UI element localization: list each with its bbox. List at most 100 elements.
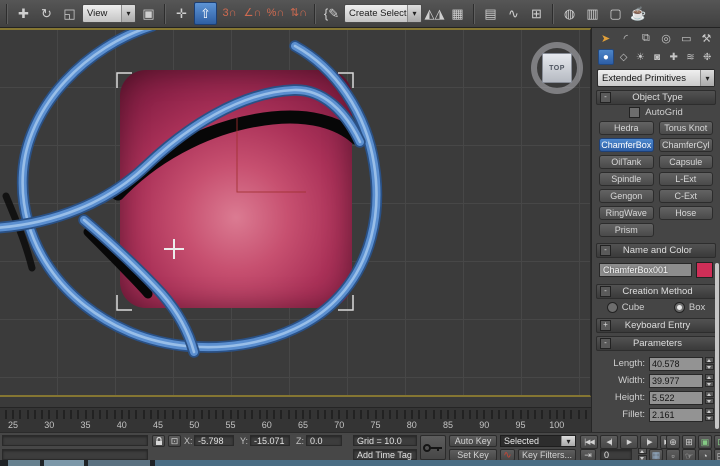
mirror-button[interactable]: ◭◮ [424,3,445,24]
select-and-manipulate-button[interactable]: ✛ [171,3,192,24]
collapse-icon[interactable]: - [600,286,611,297]
tab-modify[interactable]: ◜ [618,30,633,46]
viewport-top[interactable]: TOP [0,28,591,397]
collapse-icon[interactable]: - [600,245,611,256]
spinner-down-icon[interactable] [705,398,714,404]
layer-manager-button[interactable]: ▤ [480,3,501,24]
param-field-fillet-[interactable]: 2.161 [649,408,703,422]
go-to-start-button[interactable]: |◀◀ [580,435,598,449]
track-bar[interactable]: 253035404550556065707580859095100 [0,397,591,432]
zoom-button[interactable]: ⊕ [666,435,680,449]
radio-cube[interactable]: Cube [607,302,645,313]
rendered-frame-window-button[interactable]: ▢ [605,3,626,24]
category-geometry[interactable]: ● [598,49,614,65]
radio-box[interactable]: Box [674,302,705,313]
object-name-field[interactable]: ChamferBox001 [599,263,692,277]
add-time-tag-field[interactable]: Add Time Tag [353,449,417,460]
category-systems[interactable]: ❉ [700,50,714,64]
z-coordinate-field[interactable]: 0.0 [306,435,342,446]
zoom-all-button[interactable]: ⊞ [682,435,696,449]
tab-create[interactable]: ➤ [598,30,613,46]
schematic-view-button[interactable]: ⊞ [526,3,547,24]
named-selection-sets-dropdown[interactable]: Create Selection Set▾ [344,4,422,23]
expand-icon[interactable]: + [600,320,611,331]
object-type-hose[interactable]: Hose [659,206,714,220]
object-type-ringwave[interactable]: RingWave [599,206,654,220]
object-type-chamfercyl[interactable]: ChamferCyl [659,138,714,152]
edit-named-selection-sets-button[interactable]: {✎ [321,3,342,24]
select-and-scale-button[interactable]: ◱ [59,3,80,24]
spinner-down-icon[interactable] [705,381,714,387]
select-and-move-button[interactable]: ✚ [13,3,34,24]
rollout-parameters[interactable]: - Parameters [596,336,716,351]
maxscript-mini-listener[interactable] [2,435,148,446]
zoom-extents-button[interactable]: ▣ [698,435,712,449]
tab-motion[interactable]: ◎ [659,30,674,46]
radio-icon[interactable] [674,302,685,313]
param-field-height-[interactable]: 5.522 [649,391,703,405]
spinner-up-icon[interactable] [705,357,714,363]
object-type-hedra[interactable]: Hedra [599,121,654,135]
primitive-category-dropdown[interactable]: Extended Primitives ▾ [597,69,715,87]
collapse-icon[interactable]: - [600,338,611,349]
object-type-l-ext[interactable]: L-Ext [659,172,714,186]
use-pivot-point-center-button[interactable]: ▣ [138,3,159,24]
tab-utilities[interactable]: ⚒ [699,30,714,46]
keyboard-shortcut-override-button[interactable]: ⇧ [194,2,217,25]
category-helpers[interactable]: ✚ [667,50,681,64]
category-space-warps[interactable]: ≋ [684,50,698,64]
curve-editor-button[interactable]: ∿ [503,3,524,24]
category-cameras[interactable]: ◙ [650,50,664,64]
render-setup-button[interactable]: ▥ [582,3,603,24]
chevron-down-icon[interactable]: ▾ [700,70,714,86]
chevron-down-icon[interactable]: ▾ [561,436,575,446]
angle-snap-button[interactable]: ∠∩ [242,3,263,24]
align-button[interactable]: ▦ [447,3,468,24]
selection-lock-toggle[interactable] [152,435,165,447]
chevron-down-icon[interactable]: ▾ [407,5,421,22]
rollout-creation-method[interactable]: - Creation Method [596,284,716,299]
color-swatch[interactable] [696,262,713,278]
param-field-width-[interactable]: 39.977 [649,374,703,388]
zoom-extents-all-button[interactable]: ⊡ [714,435,720,449]
radio-icon[interactable] [607,302,618,313]
object-type-prism[interactable]: Prism [599,223,654,237]
next-frame-button[interactable]: |▶ [640,435,658,449]
param-spinner[interactable] [705,357,714,370]
panel-scrollbar[interactable] [715,263,719,429]
rollout-name-and-color[interactable]: - Name and Color [596,243,716,258]
rollout-keyboard-entry[interactable]: + Keyboard Entry [596,318,716,333]
chevron-down-icon[interactable]: ▾ [121,5,135,22]
absolute-mode-transform-icon[interactable]: ⊡ [168,435,181,447]
spinner-up-icon[interactable] [705,408,714,414]
render-production-button[interactable]: ☕ [628,3,649,24]
y-coordinate-field[interactable]: -15.071 [250,435,290,446]
spinner-up-icon[interactable] [705,374,714,380]
object-type-torus-knot[interactable]: Torus Knot [659,121,714,135]
auto-key-button[interactable]: Auto Key [449,435,497,447]
maxscript-mini-listener-2[interactable] [2,449,148,460]
param-field-length-[interactable]: 40.578 [649,357,703,371]
category-lights[interactable]: ☀ [633,50,647,64]
object-type-oiltank[interactable]: OilTank [599,155,654,169]
viewcube[interactable]: TOP [529,40,585,96]
collapse-icon[interactable]: - [600,92,611,103]
play-button[interactable]: ▶ [620,435,638,449]
tab-display[interactable]: ▭ [679,30,694,46]
spinner-up-icon[interactable] [705,391,714,397]
spinner-down-icon[interactable] [705,364,714,370]
material-editor-button[interactable]: ◍ [559,3,580,24]
category-shapes[interactable]: ◇ [617,50,631,64]
snaps-toggle-button[interactable]: 3∩ [219,3,240,24]
object-type-capsule[interactable]: Capsule [659,155,714,169]
object-type-c-ext[interactable]: C-Ext [659,189,714,203]
object-type-chamferbox[interactable]: ChamferBox [599,138,654,152]
current-frame-field[interactable]: 0 [600,449,632,460]
tab-hierarchy[interactable]: ⧉ [638,30,653,46]
object-type-spindle[interactable]: Spindle [599,172,654,186]
viewcube-face[interactable]: TOP [542,53,572,83]
rollout-object-type[interactable]: - Object Type [596,90,716,105]
percent-snap-button[interactable]: %∩ [265,3,286,24]
param-spinner[interactable] [705,391,714,404]
key-filter-selection-dropdown[interactable]: Selected ▾ [500,435,576,447]
